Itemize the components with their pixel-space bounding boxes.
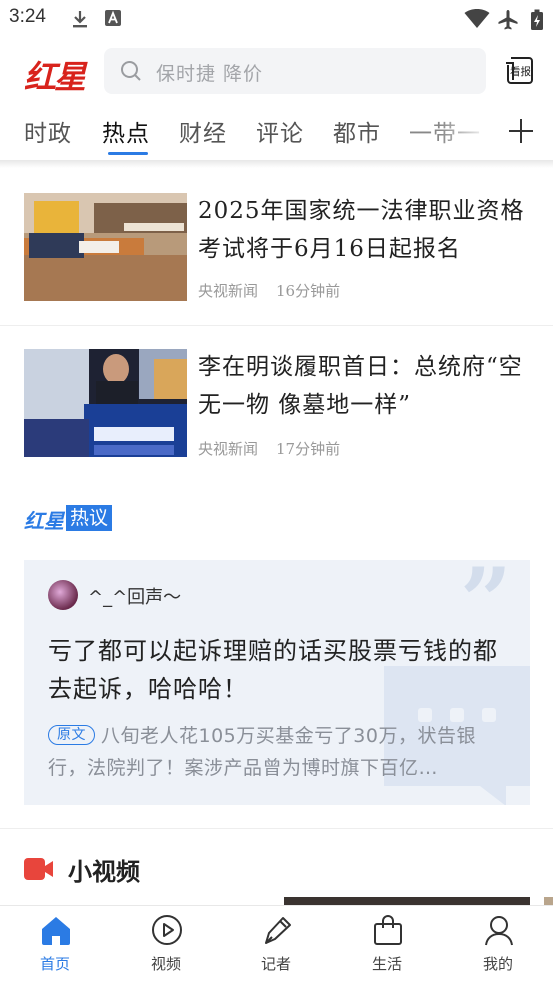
hot-discussion-header: 红星 热议 xyxy=(24,505,113,535)
hot-logo: 红星 xyxy=(24,509,64,533)
channel-tabs: 时政 热点 财经 评论 都市 一带一 xyxy=(0,104,553,160)
download-icon xyxy=(73,11,87,28)
bottom-nav: 首页 视频 记者 生活 我的 xyxy=(0,905,553,983)
font-a-icon xyxy=(105,10,121,26)
video-camera-icon xyxy=(24,858,53,880)
nav-label: 我的 xyxy=(482,955,513,973)
tabs-shadow xyxy=(0,160,553,168)
nav-label: 视频 xyxy=(150,955,181,973)
tab-dushi[interactable]: 都市 xyxy=(333,114,381,148)
small-video-title: 小视频 xyxy=(68,858,140,886)
comment-username[interactable]: ^_^回声～ xyxy=(88,583,181,609)
nav-label: 记者 xyxy=(260,955,291,973)
news-time: 16分钟前 xyxy=(276,282,341,300)
app-logo[interactable]: 红星 xyxy=(24,52,86,98)
status-bar: 3:24 xyxy=(0,0,553,38)
wifi-icon xyxy=(464,9,490,28)
status-time: 3:24 xyxy=(9,6,46,27)
news-item[interactable]: 李在明谈履职首日：总统府“空无一物 像墓地一样” 央视新闻 17分钟前 xyxy=(0,326,553,486)
tab-redian[interactable]: 热点 xyxy=(102,114,150,148)
original-tag: 原文 xyxy=(48,725,95,745)
news-meta: 央视新闻 16分钟前 xyxy=(198,280,340,301)
nav-label: 生活 xyxy=(371,955,402,973)
newspaper-icon[interactable]: 看报 xyxy=(504,54,536,86)
news-title: 2025年国家统一法律职业资格考试将于6月16日起报名 xyxy=(198,198,525,262)
airplane-icon xyxy=(498,10,518,30)
search-bar[interactable]: 保时捷 降价 xyxy=(104,48,486,94)
nav-mine[interactable]: 我的 xyxy=(443,906,553,984)
hot-comment-text: 亏了都可以起诉理赔的话买股票亏钱的都去起诉，哈哈哈！ xyxy=(48,637,498,703)
nav-life[interactable]: 生活 xyxy=(332,906,442,984)
search-placeholder: 保时捷 降价 xyxy=(156,63,264,85)
home-icon xyxy=(42,917,70,945)
avatar[interactable] xyxy=(48,580,78,610)
news-time: 17分钟前 xyxy=(276,440,341,458)
nav-home[interactable]: 首页 xyxy=(0,906,110,984)
news-source: 央视新闻 xyxy=(198,282,259,300)
news-item[interactable]: 2025年国家统一法律职业资格考试将于6月16日起报名 央视新闻 16分钟前 xyxy=(0,168,553,326)
news-source: 央视新闻 xyxy=(198,440,259,458)
tab-pinglun[interactable]: 评论 xyxy=(256,114,304,148)
nav-video[interactable]: 视频 xyxy=(111,906,221,984)
battery-charging-icon xyxy=(531,9,543,30)
news-title: 李在明谈履职首日：总统府“空无一物 像墓地一样” xyxy=(198,354,523,418)
play-icon xyxy=(152,915,182,945)
user-icon xyxy=(485,916,513,946)
nav-reporter[interactable]: 记者 xyxy=(221,906,331,984)
hot-badge: 热议 xyxy=(66,505,113,531)
tab-fade xyxy=(440,104,490,160)
tab-shizheng[interactable]: 时政 xyxy=(24,114,72,148)
original-article-text: 八旬老人花105万买基金亏了30万，状告银行，法院判了！案涉产品曾为博时旗下百亿… xyxy=(48,725,476,779)
original-article-link[interactable]: 原文 八旬老人花105万买基金亏了30万，状告银行，法院判了！案涉产品曾为博时旗下… xyxy=(48,720,508,784)
divider xyxy=(0,828,553,829)
tab-caijing[interactable]: 财经 xyxy=(179,114,227,148)
news-thumbnail-exam xyxy=(24,193,187,301)
search-icon xyxy=(121,61,141,81)
active-tab-indicator xyxy=(108,152,148,155)
add-channel-icon[interactable] xyxy=(506,116,536,146)
nav-label: 首页 xyxy=(39,955,70,973)
bag-icon xyxy=(374,915,402,945)
kanbao-label: 看报 xyxy=(510,65,531,78)
news-meta: 央视新闻 17分钟前 xyxy=(198,438,340,459)
header: 红星 保时捷 降价 看报 xyxy=(0,38,553,104)
pen-icon xyxy=(265,917,291,944)
hot-discussion-card[interactable]: ” ^_^回声～ 亏了都可以起诉理赔的话买股票亏钱的都去起诉，哈哈哈！ 原文 八旬… xyxy=(24,560,530,805)
news-thumbnail-president xyxy=(24,349,187,457)
